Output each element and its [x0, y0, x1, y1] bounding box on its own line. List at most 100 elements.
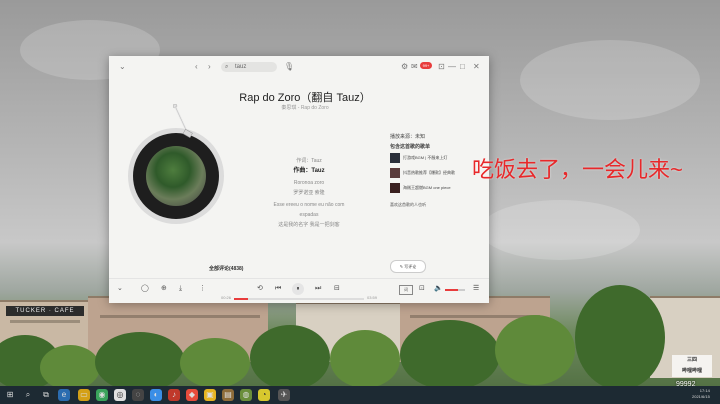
- app-icon[interactable]: ▤: [222, 389, 234, 401]
- clock-date: 2021/6/15: [692, 394, 710, 399]
- close-icon[interactable]: ✕: [473, 62, 480, 72]
- app-icon[interactable]: ◆: [186, 389, 198, 401]
- maximize-icon[interactable]: □: [460, 62, 465, 72]
- playlist-queue-icon[interactable]: ☰: [473, 285, 479, 293]
- pause-button[interactable]: ⏸: [292, 283, 304, 295]
- lyric-line: espadas: [299, 212, 319, 218]
- comments-count[interactable]: 全部评论(4838): [209, 265, 243, 272]
- cloud: [520, 40, 700, 120]
- player-topbar: ⌄ ‹ › ⌕ tauz 🎙 ⚙ ✉ 99+ ⊡ — □ ✕: [109, 56, 489, 78]
- lyrics-toggle-button[interactable]: 词: [399, 285, 413, 295]
- mic-icon[interactable]: 🎙: [284, 62, 294, 72]
- tree: [95, 332, 185, 392]
- tree: [180, 338, 250, 388]
- previous-icon[interactable]: ⏮: [275, 285, 281, 293]
- collapse-icon[interactable]: ⌄: [117, 285, 123, 293]
- forward-icon[interactable]: ›: [208, 62, 211, 72]
- download-icon[interactable]: ⤓: [179, 285, 182, 293]
- loop-icon[interactable]: ⟲: [257, 285, 263, 293]
- app-icon[interactable]: ◐: [150, 389, 162, 401]
- write-comment-button[interactable]: ✎ 写评论: [390, 260, 426, 273]
- similar-listeners-heading: 喜欢这首歌的人也听: [390, 202, 426, 207]
- stream-overlay-message: 吃饭去了，一会儿来~: [472, 157, 683, 182]
- play-source: 播放来源：未知: [390, 134, 426, 140]
- tree: [400, 320, 500, 390]
- next-icon[interactable]: ⏭: [315, 285, 321, 293]
- collapse-icon[interactable]: ⌄: [119, 62, 126, 72]
- playlist-title: 海贼王超燃BGM one piece: [403, 185, 451, 190]
- minimize-icon[interactable]: —: [448, 62, 456, 72]
- playlist-item[interactable]: 抖音热歌推荐【爆款】经典歌: [390, 167, 485, 181]
- app-icon[interactable]: ◌: [132, 389, 144, 401]
- edge-icon[interactable]: e: [58, 389, 70, 401]
- playlist-item[interactable]: 海贼王超燃BGM one piece: [390, 182, 485, 196]
- netease-music-icon[interactable]: ♪: [168, 389, 180, 401]
- lyric-line-current: 作曲：Tauz: [293, 168, 325, 174]
- start-icon[interactable]: ⊞: [4, 389, 16, 401]
- time-elapsed: 00:26: [221, 295, 232, 300]
- volume-slider[interactable]: [445, 289, 465, 291]
- tree: [575, 285, 665, 390]
- side-panel: 播放来源：未知 包含这首歌的歌单 打游戏BGM | 不服来上灯 抖音热歌推荐【爆…: [390, 132, 485, 208]
- music-player-window: ⌄ ‹ › ⌕ tauz 🎙 ⚙ ✉ 99+ ⊡ — □ ✕ Rap do Zo…: [109, 56, 489, 303]
- settings-icon[interactable]: ⚙: [401, 62, 408, 72]
- song-title: Rap do Zoro（翻自 Tauz）: [239, 92, 371, 104]
- taskbar: ⊞ ⌕ ⧉ e ▭ ◉ ◎ ◌ ◐ ♪ ◆ ▣ ▤ ◍ ◔ ✈ 17:14 20…: [0, 386, 720, 404]
- progress-bar[interactable]: [234, 298, 364, 300]
- playlist-item[interactable]: 打游戏BGM | 不服来上灯: [390, 152, 485, 166]
- system-clock[interactable]: 17:14 2021/6/15: [692, 388, 710, 400]
- playlist-thumbnail: [390, 168, 400, 178]
- notification-badge: 99+: [420, 62, 432, 69]
- lyric-line: 罗罗诺亚 索隆: [293, 190, 325, 196]
- stream-watermark-logo: 三四 哔哩哔哩: [672, 355, 712, 377]
- watermark-line2: 哔哩哔哩: [681, 368, 702, 374]
- progress-fill: [234, 298, 249, 300]
- watermark-line1: 三四: [686, 357, 697, 363]
- cloud: [480, 200, 640, 260]
- building-windows: [10, 320, 80, 323]
- mail-icon[interactable]: ✉: [411, 62, 418, 72]
- chrome-icon[interactable]: ◎: [114, 389, 126, 401]
- playlist-thumbnail: [390, 183, 400, 193]
- playback-controls: ⌄ ◯ ⊕ ⤓ ⋮ ⟲ ⏮ ⏸ ⏭ ⊟ 00:26 03:59 词 ⊡ 🔈 ☰: [109, 278, 489, 303]
- time-total: 03:59: [367, 295, 378, 300]
- volume-icon[interactable]: 🔈: [434, 285, 443, 293]
- device-icon[interactable]: ⊡: [419, 285, 425, 293]
- album-art: [146, 146, 206, 206]
- lyric-line: Esse ereeu o nome eu não com: [273, 202, 345, 208]
- tree: [330, 330, 400, 388]
- comment-icon[interactable]: ◯: [141, 285, 149, 293]
- mini-player-icon[interactable]: ⊡: [438, 62, 445, 72]
- playlist-title: 打游戏BGM | 不服来上灯: [403, 155, 448, 160]
- app-icon[interactable]: ✈: [278, 389, 290, 401]
- search-icon: ⌕: [225, 64, 229, 70]
- lyric-line: 作词：Tauz: [296, 158, 322, 164]
- search-query: tauz: [235, 64, 247, 70]
- tree: [40, 345, 100, 390]
- lyric-line: Roronoa zoro: [293, 180, 325, 186]
- street-sign: TUCKER · CAFE: [6, 306, 84, 316]
- file-explorer-icon[interactable]: ▭: [78, 389, 90, 401]
- song-artist[interactable]: 秦思琪 - Rap do Zoro: [205, 104, 405, 111]
- app-icon[interactable]: ◍: [240, 389, 252, 401]
- more-icon[interactable]: ⋮: [199, 285, 206, 293]
- task-view-icon[interactable]: ⧉: [40, 389, 52, 401]
- lyric-line: 这是我的名字 我是一把剑客: [278, 222, 340, 228]
- wechat-icon[interactable]: ◉: [96, 389, 108, 401]
- add-to-playlist-icon[interactable]: ⊕: [161, 285, 167, 293]
- app-icon[interactable]: ◔: [258, 389, 270, 401]
- danmu-icon[interactable]: ⊟: [334, 285, 340, 293]
- tree: [250, 325, 330, 390]
- playlist-thumbnail: [390, 153, 400, 163]
- playlist-title: 抖音热歌推荐【爆款】经典歌: [403, 170, 455, 175]
- building-windows: [100, 315, 260, 318]
- search-input[interactable]: ⌕ tauz: [221, 62, 277, 72]
- volume-fill: [445, 289, 458, 291]
- search-icon[interactable]: ⌕: [22, 389, 34, 401]
- tree: [495, 315, 575, 385]
- app-icon[interactable]: ▣: [204, 389, 216, 401]
- back-icon[interactable]: ‹: [195, 62, 198, 72]
- playlists-heading: 包含这首歌的歌单: [390, 144, 431, 150]
- tonearm-needle: [173, 104, 193, 138]
- lyrics-panel: 作词：Tauz 作曲：Tauz Roronoa zoro 罗罗诺亚 索隆 Ess…: [229, 156, 389, 230]
